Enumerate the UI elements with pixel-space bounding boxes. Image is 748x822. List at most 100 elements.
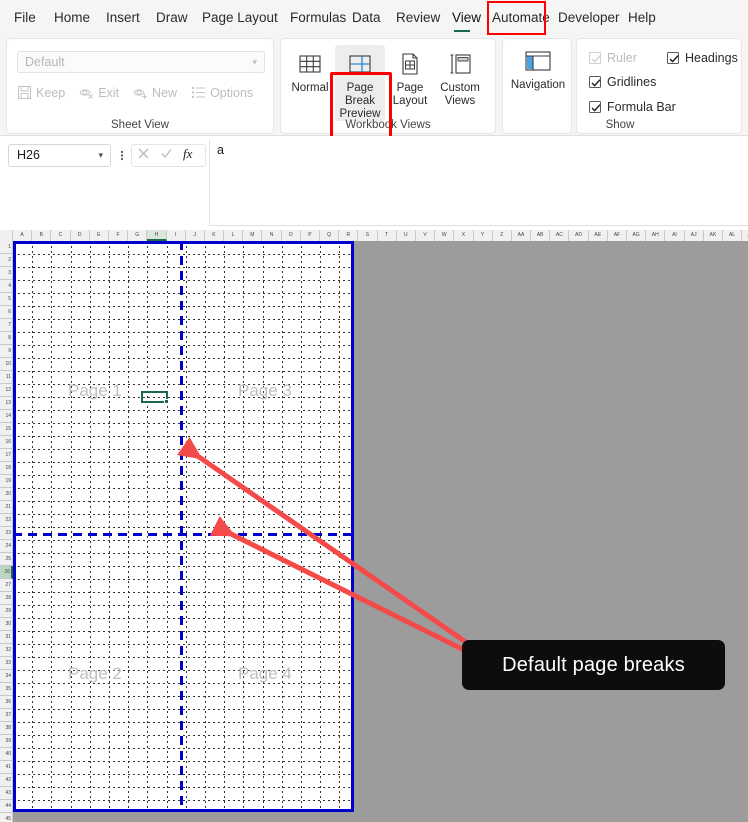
row-header-39[interactable]: 39 [0,735,13,748]
exit-button[interactable]: Exit [79,85,119,100]
row-header-40[interactable]: 40 [0,748,13,761]
row-header-26[interactable]: 26 [0,566,13,579]
column-header-I[interactable]: I [167,230,186,241]
column-header-AM[interactable]: AM [742,230,748,241]
column-header-AJ[interactable]: AJ [685,230,704,241]
column-header-C[interactable]: C [51,230,71,241]
column-header-P[interactable]: P [301,230,320,241]
column-header-Z[interactable]: Z [493,230,512,241]
row-header-14[interactable]: 14 [0,410,13,423]
ribbon-tab-help[interactable]: Help [618,3,660,33]
options-button[interactable]: Options [191,85,253,100]
column-header-R[interactable]: R [339,230,359,241]
row-header-3[interactable]: 3 [0,267,13,280]
ribbon-tab-page-layout[interactable]: Page Layout [192,3,280,33]
column-header-U[interactable]: U [397,230,416,241]
row-header-24[interactable]: 24 [0,540,13,553]
column-header-D[interactable]: D [71,230,90,241]
name-box-more-icon[interactable] [117,144,127,167]
column-header-H[interactable]: H [147,230,167,241]
select-all-corner[interactable] [0,230,13,241]
row-header-10[interactable]: 10 [0,358,13,371]
new-button[interactable]: New [133,85,177,100]
column-header-B[interactable]: B [32,230,52,241]
checkbox-headings[interactable]: Headings [667,51,738,65]
name-box[interactable]: H26 ▾ [8,144,111,167]
column-header-S[interactable]: S [358,230,378,241]
column-header-Y[interactable]: Y [474,230,493,241]
column-header-AG[interactable]: AG [627,230,647,241]
row-header-21[interactable]: 21 [0,501,13,514]
sheet-view-combo[interactable]: Default ▾ [17,51,265,73]
column-header-N[interactable]: N [262,230,282,241]
ribbon-tab-data[interactable]: Data [342,3,386,33]
cancel-x-icon[interactable] [137,147,150,165]
horizontal-page-break[interactable] [13,533,354,536]
column-header-G[interactable]: G [128,230,148,241]
row-header-29[interactable]: 29 [0,605,13,618]
column-header-AI[interactable]: AI [665,230,685,241]
row-header-2[interactable]: 2 [0,254,13,267]
row-header-37[interactable]: 37 [0,709,13,722]
row-header-7[interactable]: 7 [0,319,13,332]
row-header-45[interactable]: 45 [0,813,13,822]
vertical-page-break[interactable] [180,241,183,812]
row-header-9[interactable]: 9 [0,345,13,358]
column-header-AB[interactable]: AB [531,230,551,241]
column-header-M[interactable]: M [243,230,263,241]
column-header-AL[interactable]: AL [723,230,743,241]
keep-button[interactable]: Keep [17,85,65,100]
row-header-30[interactable]: 30 [0,618,13,631]
page-break-preview-button[interactable]: Page Break Preview [335,45,385,121]
confirm-check-icon[interactable] [160,147,173,165]
row-header-44[interactable]: 44 [0,800,13,813]
column-header-O[interactable]: O [282,230,301,241]
row-header-4[interactable]: 4 [0,280,13,293]
column-header-AC[interactable]: AC [550,230,570,241]
column-header-AD[interactable]: AD [569,230,589,241]
row-header-11[interactable]: 11 [0,371,13,384]
normal-view-button[interactable]: Normal [285,45,335,121]
row-header-16[interactable]: 16 [0,436,13,449]
column-header-X[interactable]: X [454,230,474,241]
row-header-33[interactable]: 33 [0,657,13,670]
row-header-15[interactable]: 15 [0,423,13,436]
row-header-28[interactable]: 28 [0,592,13,605]
page-layout-button[interactable]: Page Layout [385,45,435,121]
ribbon-tab-insert[interactable]: Insert [96,3,146,33]
row-header-25[interactable]: 25 [0,553,13,566]
row-header-38[interactable]: 38 [0,722,13,735]
column-header-AA[interactable]: AA [512,230,532,241]
navigation-button[interactable]: Navigation [509,49,567,91]
row-header-36[interactable]: 36 [0,696,13,709]
row-header-6[interactable]: 6 [0,306,13,319]
ribbon-tab-review[interactable]: Review [386,3,442,33]
column-header-K[interactable]: K [205,230,225,241]
row-header-41[interactable]: 41 [0,761,13,774]
ribbon-tab-file[interactable]: File [0,3,44,33]
row-header-20[interactable]: 20 [0,488,13,501]
row-header-13[interactable]: 13 [0,397,13,410]
selected-cell-marker[interactable] [141,391,169,404]
row-header-19[interactable]: 19 [0,475,13,488]
column-header-AF[interactable]: AF [608,230,627,241]
ribbon-tab-view[interactable]: View [442,3,482,33]
row-header-23[interactable]: 23 [0,527,13,540]
checkbox-ruler[interactable]: Ruler [589,51,637,65]
ribbon-tab-home[interactable]: Home [44,3,96,33]
ribbon-tab-formulas[interactable]: Formulas [280,3,346,33]
column-header-AH[interactable]: AH [646,230,666,241]
row-header-1[interactable]: 1 [0,241,13,254]
formula-input[interactable]: a [209,140,748,226]
column-header-T[interactable]: T [378,230,397,241]
row-header-8[interactable]: 8 [0,332,13,345]
column-header-Q[interactable]: Q [320,230,340,241]
custom-views-button[interactable]: Custom Views [435,45,485,121]
row-header-5[interactable]: 5 [0,293,13,306]
row-header-12[interactable]: 12 [0,384,13,397]
ribbon-tab-automate[interactable]: Automate [482,3,550,33]
column-header-A[interactable]: A [13,230,33,241]
row-header-27[interactable]: 27 [0,579,13,592]
ribbon-tab-developer[interactable]: Developer [548,3,620,33]
row-header-42[interactable]: 42 [0,774,13,787]
